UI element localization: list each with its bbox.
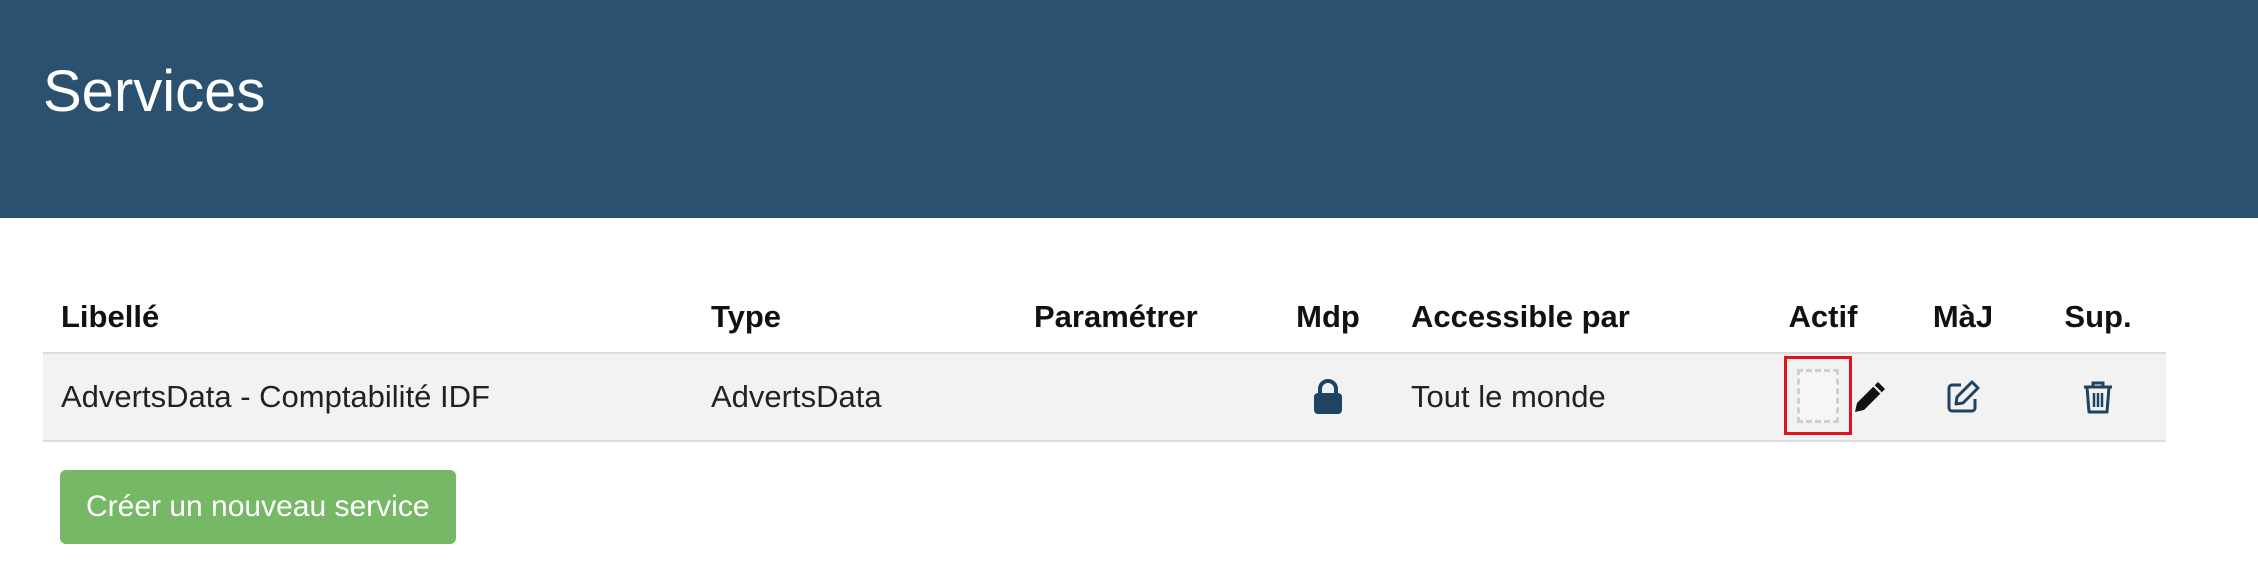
page-header: Services <box>0 0 2258 218</box>
column-header-accessible: Accessible par <box>1411 299 1630 334</box>
column-header-type: Type <box>711 299 782 334</box>
service-label: AdvertsData - Comptabilité IDF <box>61 379 490 414</box>
column-header-actif: Actif <box>1788 299 1858 334</box>
active-toggle[interactable] <box>1784 356 1852 435</box>
lock-icon <box>1314 379 1342 414</box>
service-type: AdvertsData <box>711 379 882 414</box>
services-table: Libellé Type Paramétrer Mdp Accessible p… <box>43 282 2166 442</box>
empty-toggle-icon <box>1797 368 1839 423</box>
page-title: Services <box>43 59 266 124</box>
column-header-libelle: Libellé <box>61 299 160 334</box>
table-row: AdvertsData - Comptabilité IDF AdvertsDa… <box>43 354 2166 442</box>
edit-icon <box>1947 380 1980 413</box>
accessible-by: Tout le monde <box>1411 379 1606 414</box>
update-button[interactable] <box>1923 354 2003 440</box>
table-header-row: Libellé Type Paramétrer Mdp Accessible p… <box>43 282 2166 354</box>
password-cell <box>1293 354 1363 440</box>
delete-button[interactable] <box>2058 354 2138 440</box>
create-service-button[interactable]: Créer un nouveau service <box>60 470 456 544</box>
column-header-maj: MàJ <box>1932 299 1994 334</box>
trash-icon <box>2084 381 2112 414</box>
column-header-parametrer: Paramétrer <box>1034 299 1198 334</box>
column-header-sup: Sup. <box>2064 299 2132 334</box>
column-header-mdp: Mdp <box>1296 299 1360 334</box>
pencil-icon[interactable] <box>1851 378 1889 416</box>
